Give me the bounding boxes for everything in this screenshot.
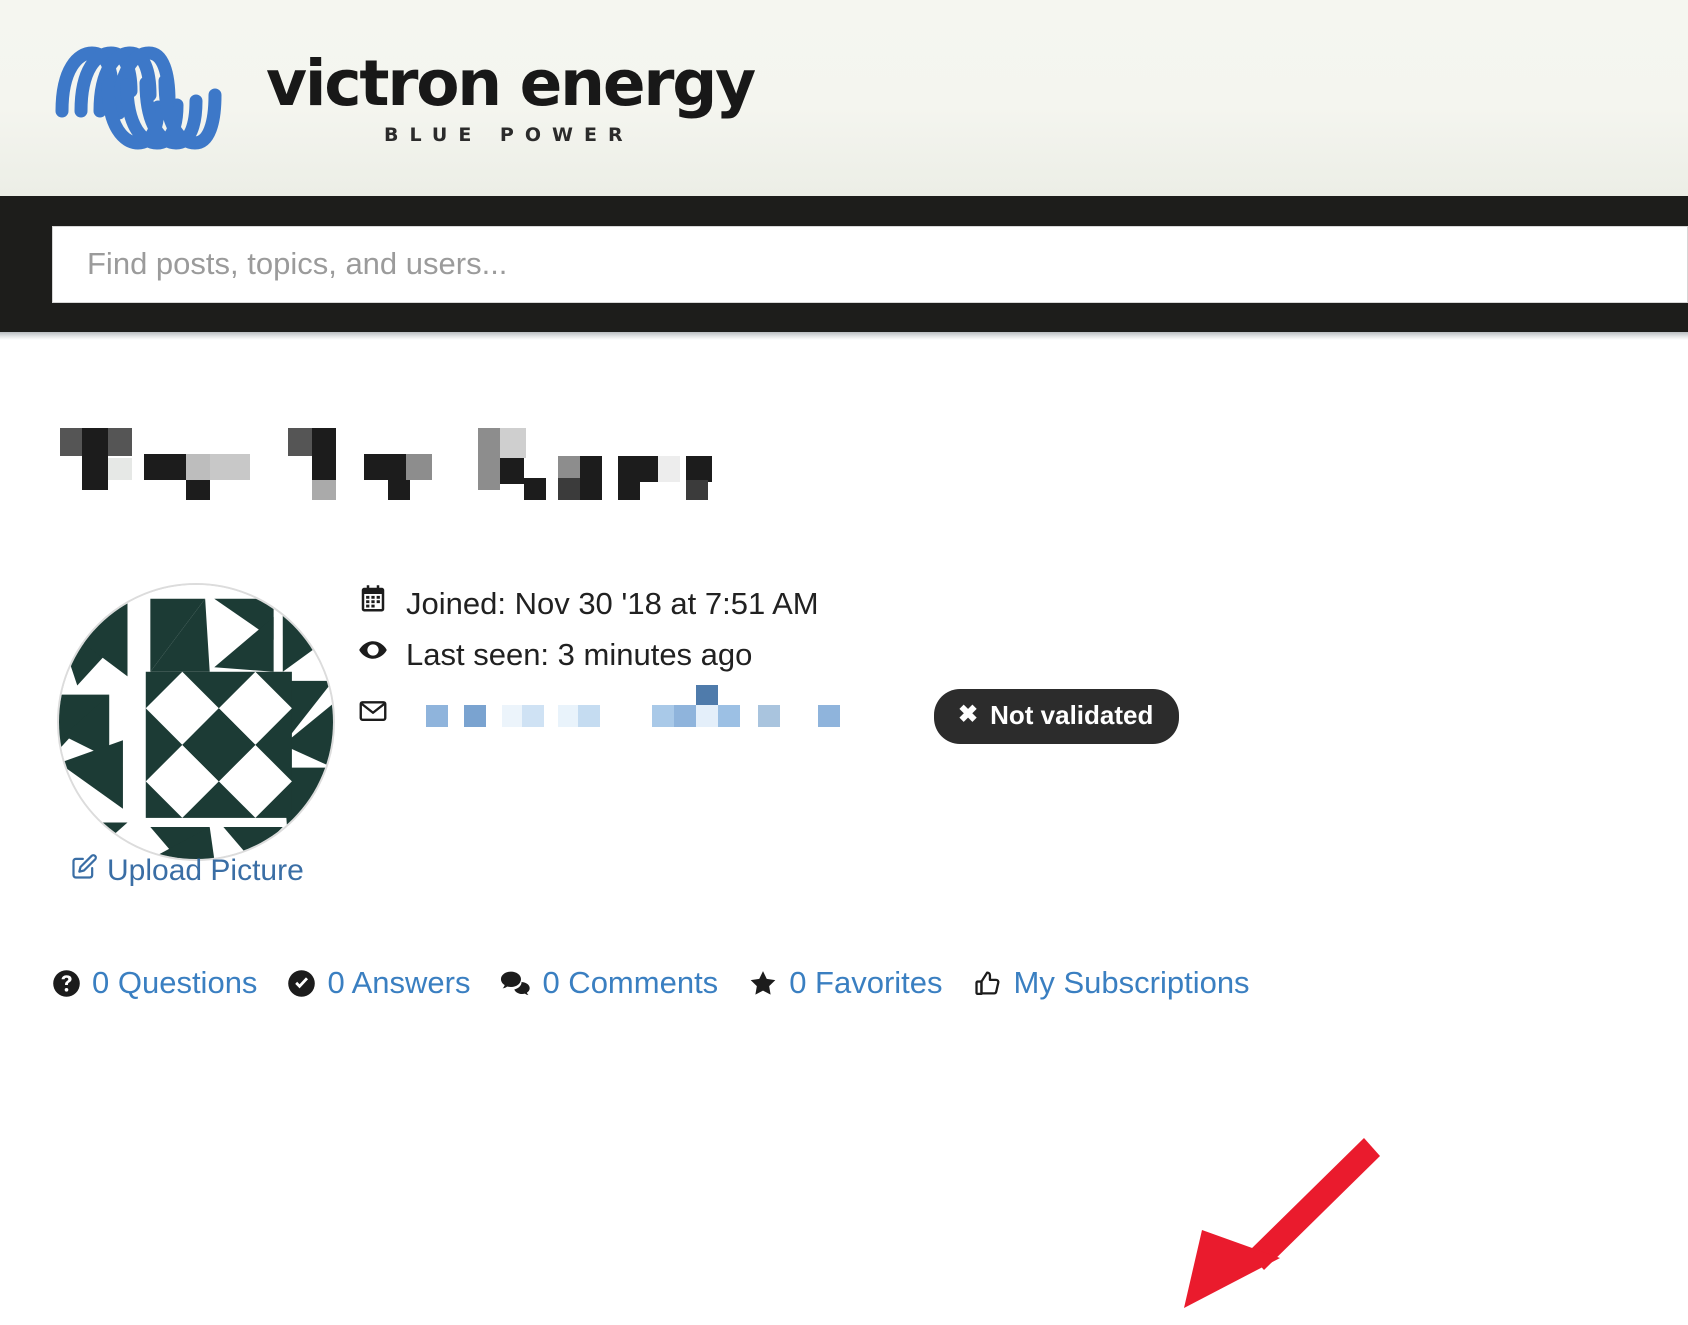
search-bar <box>0 196 1688 332</box>
upload-picture-label: Upload Picture <box>107 854 304 887</box>
email-row: ✖ Not validated <box>358 685 1180 744</box>
stat-comments[interactable]: 0 Comments <box>500 965 718 1001</box>
profile-stats: 0 Questions 0 Answers 0 Comments 0 Favor… <box>52 965 1250 1001</box>
annotation-arrow <box>1168 1130 1388 1320</box>
stat-my-subscriptions[interactable]: My Subscriptions <box>973 965 1250 1001</box>
avatar[interactable] <box>57 583 335 861</box>
joined-row: Joined: Nov 30 '18 at 7:51 AM <box>358 583 1179 625</box>
stat-favorites[interactable]: 0 Favorites <box>748 965 943 1001</box>
stat-questions[interactable]: 0 Questions <box>52 965 257 1001</box>
x-mark-icon: ✖ <box>958 701 979 729</box>
upload-picture-link[interactable]: Upload Picture <box>70 853 304 889</box>
brand-wordmark: victron energy <box>266 47 756 120</box>
check-circle-icon <box>287 969 316 998</box>
site-logo[interactable]: victron energy BLUE POWER <box>48 39 756 157</box>
status-badge: ✖ Not validated <box>934 688 1180 744</box>
stat-questions-label: 0 Questions <box>92 965 258 1000</box>
last-seen-label: Last seen: 3 minutes ago <box>406 636 753 672</box>
stat-answers[interactable]: 0 Answers <box>287 965 470 1001</box>
search-input[interactable] <box>52 225 1688 303</box>
question-circle-icon <box>52 969 81 998</box>
comments-icon <box>500 969 531 998</box>
email-value-redacted <box>406 685 886 733</box>
edit-pencil-square-icon <box>70 853 98 889</box>
thumbs-up-icon <box>973 969 1003 998</box>
stat-my-subscriptions-label: My Subscriptions <box>1013 965 1250 1000</box>
calendar-icon <box>358 583 388 625</box>
victron-coil-logo-icon <box>48 39 240 157</box>
status-badge-label: Not validated <box>990 699 1154 730</box>
brand-tagline: BLUE POWER <box>384 124 634 146</box>
brand-header: victron energy BLUE POWER <box>0 0 1688 196</box>
joined-label: Joined: Nov 30 '18 at 7:51 AM <box>406 586 819 621</box>
stat-comments-label: 0 Comments <box>542 965 719 1000</box>
header-divider <box>0 332 1688 340</box>
stat-answers-label: 0 Answers <box>327 965 471 1000</box>
profile-meta: Joined: Nov 30 '18 at 7:51 AM Last seen:… <box>358 583 1180 744</box>
star-icon <box>748 969 778 998</box>
page-title-redacted <box>58 416 712 500</box>
eye-icon <box>358 634 388 676</box>
profile-page: Upload Picture Joined: Nov 30 '18 at 7:5… <box>0 340 1688 1308</box>
stat-favorites-label: 0 Favorites <box>789 965 943 1000</box>
geometric-identicon-icon <box>59 585 333 859</box>
envelope-icon <box>358 695 388 737</box>
last-seen-row: Last seen: 3 minutes ago <box>358 634 1179 676</box>
